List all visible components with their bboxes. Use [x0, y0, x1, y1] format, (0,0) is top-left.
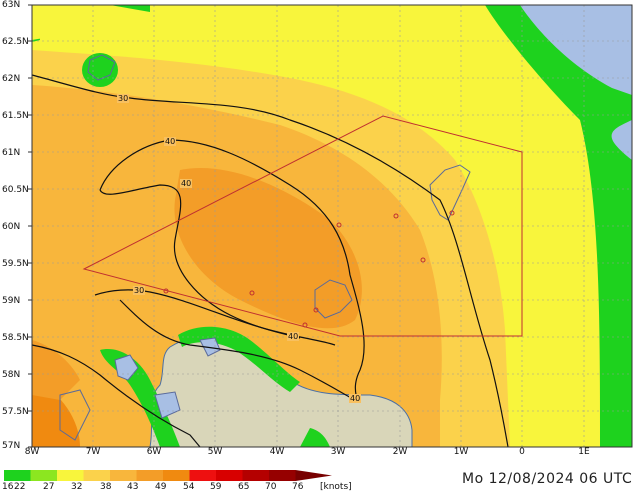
legend-swatch	[242, 470, 269, 481]
lon-label: 8W	[24, 447, 40, 457]
legend-colorbar	[4, 470, 332, 481]
legend-tick-label: 38	[100, 482, 112, 492]
legend-tick-label: [knots]	[320, 482, 352, 492]
lat-label: 61N	[2, 148, 21, 158]
lon-label: 4W	[269, 447, 285, 457]
legend-tick-label: 27	[43, 482, 55, 492]
contour-label: 40	[349, 394, 362, 403]
lon-label: 5W	[207, 447, 223, 457]
wind-speed-map	[4, 4, 633, 481]
legend-tick-label: 70	[265, 482, 277, 492]
legend-tick-label: 76	[292, 482, 304, 492]
lon-label: 7W	[85, 447, 101, 457]
contour-label: 30	[117, 94, 130, 103]
legend-swatch	[30, 470, 57, 481]
legend-tick-label: 59	[210, 482, 222, 492]
lat-label: 61.5N	[2, 111, 29, 121]
legend-tick-label: 16	[2, 482, 14, 492]
lon-label: 6W	[146, 447, 162, 457]
legend-swatch	[83, 470, 110, 481]
faroe-wind-patch	[82, 53, 118, 87]
legend-swatch	[189, 470, 216, 481]
lat-label: 62N	[2, 74, 21, 84]
lat-label: 58N	[2, 370, 21, 380]
legend-swatch	[163, 470, 190, 481]
lon-label: 1E	[578, 447, 590, 457]
legend-tick-label: 32	[71, 482, 83, 492]
lat-label: 60.5N	[2, 185, 29, 195]
contour-label: 30	[133, 286, 146, 295]
legend-swatch	[216, 470, 243, 481]
legend-swatch	[269, 470, 296, 481]
contour-label: 40	[180, 179, 193, 188]
legend-tick-label: 54	[183, 482, 195, 492]
contour-label: 40	[287, 332, 300, 341]
legend-swatch	[110, 470, 137, 481]
lon-label: 1W	[453, 447, 469, 457]
lat-label: 58.5N	[2, 333, 29, 343]
legend-tick-label: 22	[14, 482, 26, 492]
lat-label: 62.5N	[2, 37, 29, 47]
legend-tick-label: 65	[238, 482, 250, 492]
legend-swatch	[57, 470, 84, 481]
contour-label: 40	[164, 137, 177, 146]
legend-swatch	[295, 470, 332, 481]
lat-label: 59N	[2, 296, 21, 306]
valid-time: Mo 12/08/2024 06 UTC	[462, 471, 633, 487]
legend-swatch	[136, 470, 163, 481]
lon-label: 3W	[330, 447, 346, 457]
lat-label: 63N	[2, 0, 21, 10]
lon-label: 0	[519, 447, 525, 457]
lat-label: 57.5N	[2, 407, 29, 417]
legend-swatch	[4, 470, 31, 481]
legend-tick-label: 43	[127, 482, 139, 492]
lon-label: 2W	[392, 447, 408, 457]
legend-tick-label: 49	[155, 482, 167, 492]
lat-label: 59.5N	[2, 259, 29, 269]
lat-label: 60N	[2, 222, 21, 232]
